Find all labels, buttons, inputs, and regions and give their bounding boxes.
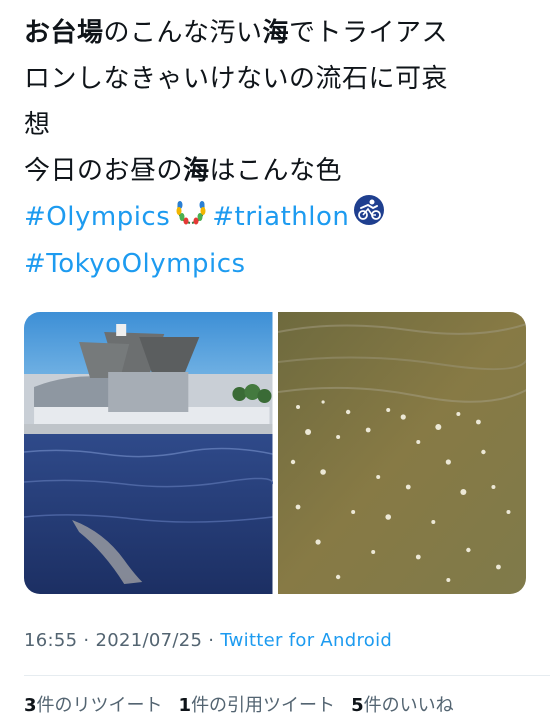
- tweet-text-fragment: でトライアス: [289, 18, 449, 48]
- media-grid: [24, 312, 526, 594]
- tokyo-big-sight-bay-photo[interactable]: [24, 312, 273, 594]
- separator-dot: ·: [208, 630, 215, 651]
- likes-stat[interactable]: 5件のいいね: [351, 691, 454, 717]
- quotes-stat[interactable]: 1件の引用ツイート: [179, 691, 336, 717]
- retweets-label: 件のリツイート: [36, 695, 163, 716]
- likes-label: 件のいいね: [363, 695, 454, 716]
- tweet-time[interactable]: 16:55: [24, 630, 77, 651]
- tweet-timestamp: 16:55 · 2021/07/25 · Twitter for Android: [24, 630, 392, 651]
- tweet-text: お台場のこんな汚い海でトライアス ロンしなきゃいけないの流石に可哀 想 今日のお…: [24, 10, 534, 287]
- likes-count: 5: [351, 695, 364, 716]
- hashtag-tokyoolympics[interactable]: #TokyoOlympics: [24, 249, 246, 279]
- tweet-line-2: ロンしなきゃいけないの流石に可哀: [24, 64, 449, 94]
- hashtag-triathlon[interactable]: #triathlon: [212, 202, 349, 232]
- tweet-text-fragment: のこんな汚い: [103, 18, 263, 48]
- divider: [24, 675, 550, 676]
- tweet-source-link[interactable]: Twitter for Android: [220, 630, 392, 651]
- emphasis-word: 海: [183, 156, 210, 186]
- murky-water-closeup-photo[interactable]: [277, 312, 526, 594]
- tweet-date[interactable]: 2021/07/25: [95, 630, 202, 651]
- tweet-stats: 3件のリツイート 1件の引用ツイート 5件のいいね: [24, 691, 454, 717]
- quotes-count: 1: [178, 695, 192, 716]
- tweet-line-3: 想: [24, 110, 51, 140]
- quotes-label: 件の引用ツイート: [191, 695, 336, 716]
- olympics-laurel-icon: [174, 195, 208, 241]
- hashtag-olympics[interactable]: #Olympics: [24, 202, 170, 232]
- separator-dot: ·: [83, 630, 90, 651]
- hashtag-line-2: #TokyoOlympics: [24, 241, 534, 287]
- retweets-stat[interactable]: 3件のリツイート: [24, 691, 163, 717]
- tweet-text-fragment: 今日のお昼の: [24, 156, 184, 186]
- tweet-line-1: お台場のこんな汚い海でトライアス: [24, 10, 534, 56]
- hashtag-line-1: #Olympics #triathlon: [24, 194, 534, 241]
- tweet-line-4: 今日のお昼の海はこんな色: [24, 148, 534, 194]
- tweet-text-fragment: はこんな色: [209, 156, 343, 186]
- place-name: お台場: [24, 18, 104, 48]
- retweets-count: 3: [24, 695, 37, 716]
- emphasis-word: 海: [262, 18, 290, 48]
- triathlon-badge-icon: [353, 194, 385, 241]
